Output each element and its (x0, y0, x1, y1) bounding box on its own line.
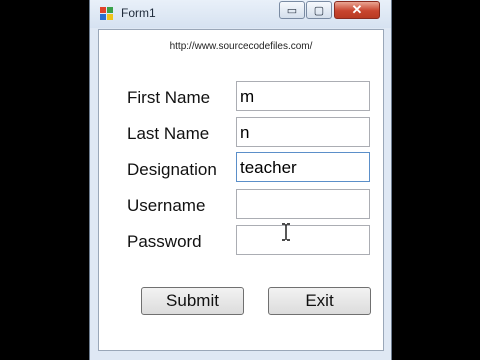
close-icon: ✕ (351, 2, 363, 17)
app-icon (100, 7, 114, 21)
first-name-field[interactable]: m (236, 81, 370, 111)
close-button[interactable]: ✕ (334, 1, 380, 19)
form1-window: Form1 ▭ ▢ ✕ http://www.sourcecodefiles.c… (89, 0, 392, 360)
minimize-button[interactable]: ▭ (279, 1, 305, 19)
username-label: Username (127, 196, 206, 215)
window-title: Form1 (121, 6, 156, 20)
form-client-area: http://www.sourcecodefiles.com/ First Na… (98, 29, 384, 351)
password-label: Password (127, 232, 202, 251)
title-bar[interactable]: Form1 ▭ ▢ ✕ (90, 0, 391, 28)
text-cursor-icon (282, 223, 290, 241)
exit-button[interactable]: Exit (268, 287, 371, 315)
last-name-label: Last Name (127, 124, 210, 143)
website-link[interactable]: http://www.sourcecodefiles.com/ (99, 41, 383, 52)
first-name-label: First Name (127, 88, 211, 107)
maximize-button[interactable]: ▢ (306, 1, 332, 19)
username-field[interactable] (236, 189, 370, 219)
designation-field[interactable]: teacher (236, 152, 370, 182)
minimize-icon: ▭ (286, 4, 298, 17)
submit-button[interactable]: Submit (141, 287, 244, 315)
password-field[interactable] (236, 225, 370, 255)
maximize-icon: ▢ (313, 4, 325, 17)
last-name-field[interactable]: n (236, 117, 370, 147)
designation-label: Designation (127, 160, 217, 179)
